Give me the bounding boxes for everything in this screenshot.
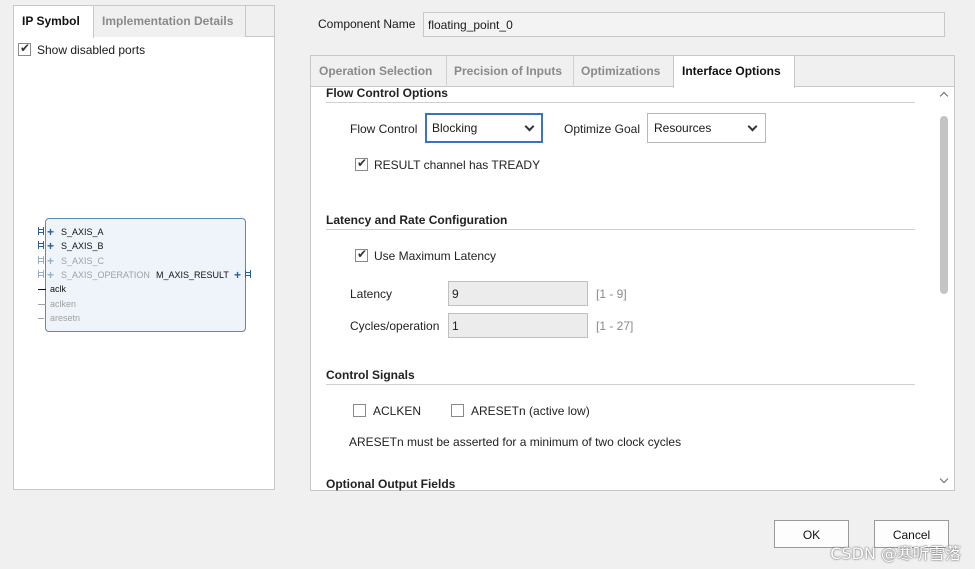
component-name-input[interactable]: floating_point_0 [423,12,945,37]
section-latency-rate: Latency and Rate Configuration [326,213,508,227]
show-disabled-ports-checkbox[interactable]: ✔ [18,41,31,56]
bus-connector-icon [38,227,44,235]
port-aclk: aclk [50,284,67,294]
port-s-axis-b: S_AXIS_B [61,241,104,251]
aresetn-label: ARESETn (active low) [471,404,590,418]
port-s-axis-c: S_AXIS_C [61,256,105,266]
tab-ip-symbol[interactable]: IP Symbol [14,6,94,38]
left-tab-bar: IP Symbol Implementation Details [14,6,274,38]
bus-connector-icon [38,256,44,264]
port-s-axis-operation: S_AXIS_OPERATION [61,270,150,280]
config-tab-bar: Operation Selection Precision of Inputs … [311,56,954,88]
optimize-goal-value: Resources [654,121,712,135]
check-icon: ✔ [20,41,31,55]
component-name-label: Component Name [318,17,416,31]
expand-plus-icon[interactable]: + [47,240,54,252]
optimize-goal-select[interactable]: Resources [647,113,766,143]
port-aclken: aclken [50,299,77,309]
chevron-down-icon [524,121,535,132]
latency-range: [1 - 9] [596,287,627,301]
bus-connector-icon [38,270,44,278]
watermark: CSDN @寒听雪落 [830,544,961,563]
tab-interface-options[interactable]: Interface Options [673,56,795,88]
section-control-signals: Control Signals [326,368,415,382]
ip-symbol-panel: IP Symbol Implementation Details ✔ Show … [13,5,275,490]
section-optional-output-fields: Optional Output Fields [326,477,456,491]
aresetn-note: ARESETn must be asserted for a minimum o… [349,435,682,449]
section-flow-control-options: Flow Control Options [326,86,448,100]
cycles-operation-input[interactable]: 1 [448,313,588,338]
chevron-down-icon [747,121,758,132]
aclken-checkbox[interactable] [353,404,366,417]
scrollbar-thumb[interactable] [940,116,948,294]
result-tready-checkbox[interactable]: ✔ [355,156,368,171]
flow-control-label: Flow Control [350,122,418,136]
check-icon: ✔ [357,247,368,261]
latency-label: Latency [350,287,393,301]
port-m-axis-result: M_AXIS_RESULT [156,270,229,280]
flow-control-select[interactable]: Blocking [425,113,543,143]
aclken-label: ACLKEN [373,404,422,418]
section-divider [326,229,915,230]
bus-connector-icon [245,270,251,278]
port-s-axis-a: S_AXIS_A [61,227,104,237]
tab-operation-selection[interactable]: Operation Selection [311,56,447,87]
bus-connector-icon [38,241,44,249]
section-divider [326,102,915,103]
cycles-operation-range: [1 - 27] [596,319,634,333]
section-divider [326,384,915,385]
expand-plus-icon[interactable]: + [47,255,54,267]
expand-plus-icon[interactable]: + [47,269,54,281]
tab-precision-of-inputs[interactable]: Precision of Inputs [446,56,574,87]
port-wire [38,318,44,319]
port-aresetn: aresetn [50,313,81,323]
port-wire [38,304,46,305]
result-tready-label: RESULT channel has TREADY [374,158,541,172]
check-icon: ✔ [357,156,368,170]
expand-plus-icon[interactable]: + [47,226,54,238]
aresetn-checkbox[interactable] [451,404,464,417]
port-wire [38,289,46,290]
optimize-goal-label: Optimize Goal [564,122,641,136]
ip-symbol-block[interactable]: + S_AXIS_A + S_AXIS_B + S_AXIS_C + S_AXI… [38,218,251,332]
tab-implementation-details[interactable]: Implementation Details [94,6,246,37]
use-max-latency-label: Use Maximum Latency [374,249,497,263]
use-max-latency-checkbox[interactable]: ✔ [355,247,368,262]
expand-plus-icon[interactable]: + [234,269,241,281]
tab-optimizations[interactable]: Optimizations [573,56,674,87]
show-disabled-ports-label: Show disabled ports [37,43,146,57]
configuration-panel: Operation Selection Precision of Inputs … [310,55,955,491]
cycles-operation-label: Cycles/operation [350,319,440,333]
latency-input[interactable]: 9 [448,281,588,306]
flow-control-value: Blocking [432,121,478,135]
